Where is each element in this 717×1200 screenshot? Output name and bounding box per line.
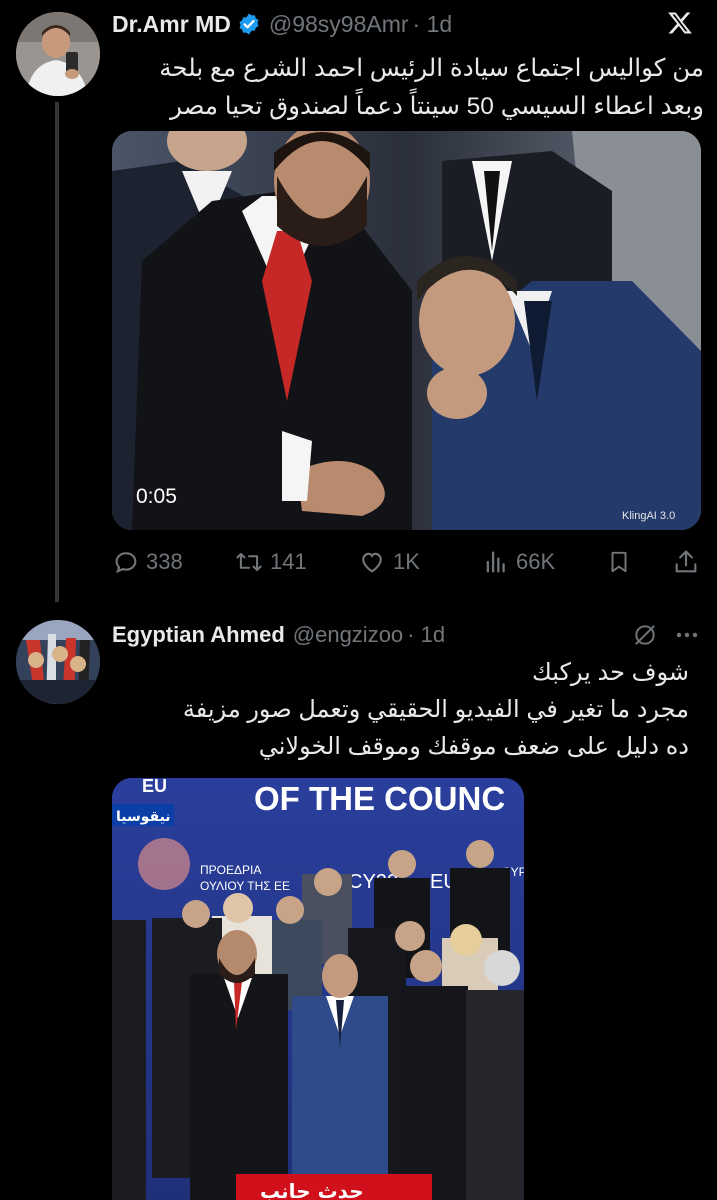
- tweet-body-line: وبعد اعطاء السيسي 50 سينتاً دعماً لصندوق…: [170, 93, 704, 120]
- video-duration: 0:05: [136, 485, 177, 508]
- reply-body-line: ده دليل على ضعف موقفك وموقف الخولاني: [258, 733, 689, 760]
- repost-count: 141: [270, 549, 307, 574]
- author-handle[interactable]: @98sy98Amr: [269, 11, 409, 38]
- reply-body-line: شوف حد يركبك: [532, 659, 689, 686]
- banner-prefix: EU: [142, 778, 167, 796]
- reply-header: Egyptian Ahmed @engzizoo · 1d: [112, 620, 445, 650]
- reply-author-handle[interactable]: @engzizoo: [293, 622, 403, 648]
- tweet-action-bar: 338 141 1K 66K: [112, 548, 704, 580]
- reply-icon: [112, 548, 140, 576]
- breaking-news-text: حدث جانب: [260, 1179, 364, 1200]
- repost-button[interactable]: 141: [234, 548, 307, 576]
- video-frame: 0:05 KlingAI 3.0: [112, 131, 701, 530]
- views-button[interactable]: 66K: [482, 548, 555, 576]
- like-count: 1K: [393, 549, 420, 574]
- share-button[interactable]: [672, 548, 700, 576]
- banner-text: OF THE COUNC: [254, 780, 505, 817]
- more-icon[interactable]: [672, 622, 702, 648]
- like-icon: [357, 548, 387, 576]
- tweet-video[interactable]: 0:05 KlingAI 3.0: [112, 131, 701, 530]
- author-name[interactable]: Dr.Amr MD: [112, 11, 231, 38]
- greek-text-1: ΠΡΟΕΔΡΙΑ: [200, 863, 261, 877]
- reply-time[interactable]: · 1d: [407, 622, 445, 648]
- share-icon: [672, 548, 700, 576]
- bookmark-icon: [606, 548, 632, 576]
- greek-text-2: ΟΥΛΙΟΥ ΤΗΣ ΕΕ: [200, 879, 290, 893]
- tweet-time[interactable]: · 1d: [413, 11, 453, 38]
- reply-author-name[interactable]: Egyptian Ahmed: [112, 622, 285, 648]
- x-logo-icon[interactable]: [667, 10, 693, 36]
- reply-button[interactable]: 338: [112, 548, 183, 576]
- reply-author-avatar[interactable]: [16, 620, 100, 704]
- tweet-author-avatar[interactable]: [16, 12, 100, 96]
- reply-count: 338: [146, 549, 183, 574]
- tweet-body: من كواليس اجتماع سيادة الرئيس احمد الشرع…: [112, 50, 704, 126]
- bookmark-button[interactable]: [606, 548, 632, 576]
- views-icon: [482, 548, 510, 576]
- tweet-header: Dr.Amr MD @98sy98Amr · 1d: [112, 8, 452, 40]
- reply-image[interactable]: OF THE COUNC EU نيقوسيا ΠΡΟΕΔΡΙΑ ΟΥΛΙΟΥ …: [112, 778, 524, 1200]
- verified-badge-icon: [237, 12, 261, 36]
- repost-icon: [234, 548, 264, 576]
- grok-icon[interactable]: [632, 622, 658, 648]
- reply-body: شوف حد يركبك مجرد ما تغير في الفيديو الح…: [112, 654, 689, 765]
- video-watermark: KlingAI 3.0: [622, 510, 675, 522]
- city-tag: نيقوسيا: [116, 809, 171, 825]
- reply-image-content: OF THE COUNC EU نيقوسيا ΠΡΟΕΔΡΙΑ ΟΥΛΙΟΥ …: [112, 778, 524, 1200]
- reply-body-line: مجرد ما تغير في الفيديو الحقيقي وتعمل صو…: [182, 696, 689, 723]
- thread-connector-line: [55, 102, 59, 602]
- tweet-body-line: من كواليس اجتماع سيادة الرئيس احمد الشرع…: [159, 55, 704, 82]
- like-button[interactable]: 1K: [357, 548, 420, 576]
- views-count: 66K: [516, 549, 556, 574]
